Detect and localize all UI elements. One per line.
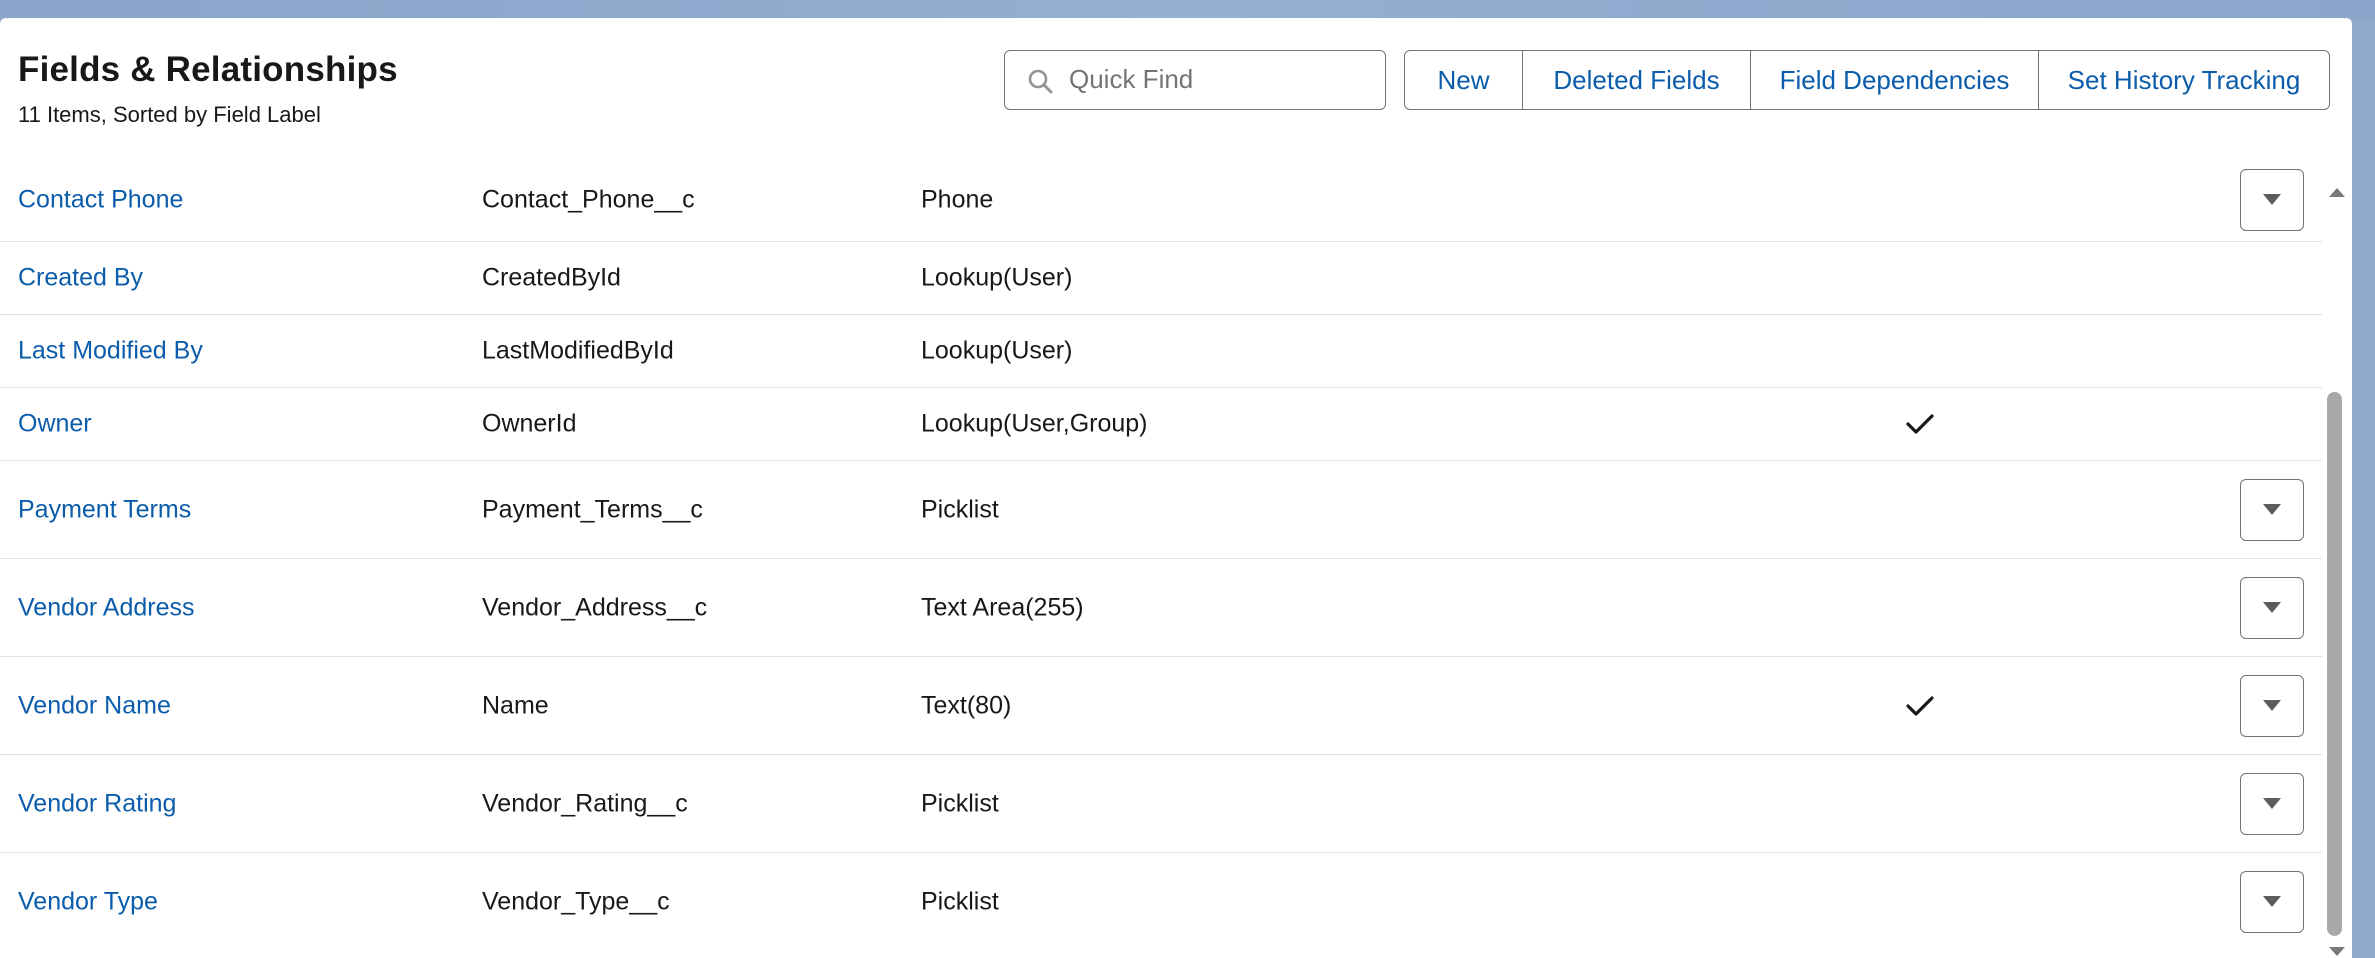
chevron-down-icon: [2263, 601, 2281, 613]
items-summary: 11 Items, Sorted by Field Label: [18, 102, 321, 127]
indexed-checkmark-icon: [1906, 695, 1934, 716]
field-data-type: Picklist: [921, 789, 999, 817]
table-row: Last Modified By LastModifiedById Lookup…: [0, 315, 2322, 388]
field-api-name: Vendor_Rating__c: [482, 789, 688, 817]
field-label-link[interactable]: Vendor Name: [18, 691, 171, 720]
field-data-type: Text(80): [921, 691, 1012, 719]
table-row: Vendor Name Name Text(80): [0, 657, 2322, 755]
field-dependencies-button[interactable]: Field Dependencies: [1751, 51, 2039, 109]
row-actions-button[interactable]: [2240, 772, 2304, 835]
field-label-link[interactable]: Vendor Type: [18, 888, 158, 917]
row-actions-button[interactable]: [2240, 168, 2304, 231]
field-api-name: CreatedById: [482, 263, 621, 292]
field-label-link[interactable]: Vendor Address: [18, 593, 195, 622]
field-api-name: LastModifiedById: [482, 336, 674, 365]
row-actions-button[interactable]: [2240, 674, 2304, 737]
field-data-type: Lookup(User): [921, 263, 1073, 292]
scroll-down-arrow-icon[interactable]: [2328, 946, 2346, 958]
field-label-link[interactable]: Payment Terms: [18, 495, 191, 524]
field-api-name: Name: [482, 691, 549, 719]
scrollbar-thumb[interactable]: [2327, 392, 2342, 936]
set-history-tracking-button[interactable]: Set History Tracking: [2039, 51, 2329, 109]
page-title: Fields & Relationships: [18, 50, 398, 89]
field-data-type: Phone: [921, 185, 994, 213]
field-label-link[interactable]: Last Modified By: [18, 337, 203, 366]
table-row: Created By CreatedById Lookup(User): [0, 242, 2322, 315]
panel-header: Fields & Relationships 11 Items, Sorted …: [0, 18, 2352, 144]
field-data-type: Lookup(User,Group): [921, 409, 1148, 438]
field-api-name: Contact_Phone__c: [482, 185, 695, 213]
quick-find-input[interactable]: [1069, 51, 1369, 108]
scroll-up-arrow-icon[interactable]: [2328, 186, 2346, 198]
field-data-type: Picklist: [921, 887, 999, 916]
chevron-down-icon: [2263, 797, 2281, 809]
field-api-name: Vendor_Address__c: [482, 593, 708, 621]
table-row: Payment Terms Payment_Terms__c Picklist: [0, 461, 2322, 559]
indexed-checkmark-icon: [1906, 414, 1934, 434]
field-label-link[interactable]: Created By: [18, 264, 143, 293]
deleted-fields-button[interactable]: Deleted Fields: [1523, 51, 1751, 109]
field-data-type: Text Area(255): [921, 593, 1084, 621]
vertical-scrollbar[interactable]: [2322, 164, 2352, 958]
quick-find-box[interactable]: [1004, 50, 1386, 110]
field-api-name: OwnerId: [482, 409, 577, 438]
field-api-name: Payment_Terms__c: [482, 495, 703, 523]
chevron-down-icon: [2263, 193, 2281, 205]
row-actions-button[interactable]: [2240, 871, 2304, 933]
table-row: Vendor Address Vendor_Address__c Text Ar…: [0, 559, 2322, 657]
table-row: Vendor Rating Vendor_Rating__c Picklist: [0, 755, 2322, 853]
fields-panel: Fields & Relationships 11 Items, Sorted …: [0, 18, 2352, 958]
chevron-down-icon: [2263, 896, 2281, 907]
header-button-group: New Deleted Fields Field Dependencies Se…: [1404, 50, 2330, 110]
field-data-type: Lookup(User): [921, 336, 1073, 365]
chevron-down-icon: [2263, 503, 2281, 515]
field-api-name: Vendor_Type__c: [482, 887, 670, 916]
table-row: Vendor Type Vendor_Type__c Picklist: [0, 853, 2322, 951]
table-row: Owner OwnerId Lookup(User,Group): [0, 388, 2322, 461]
table-row: Contact Phone Contact_Phone__c Phone: [0, 158, 2322, 242]
fields-table: Contact Phone Contact_Phone__c Phone Cre…: [0, 158, 2322, 951]
new-field-button[interactable]: New: [1405, 51, 1523, 109]
field-label-link[interactable]: Owner: [18, 410, 92, 439]
row-actions-button[interactable]: [2240, 478, 2304, 541]
field-label-link[interactable]: Vendor Rating: [18, 789, 176, 818]
row-actions-button[interactable]: [2240, 576, 2304, 639]
page-background: [0, 0, 2375, 18]
field-label-link[interactable]: Contact Phone: [18, 185, 183, 214]
search-icon: [1028, 69, 1053, 94]
field-data-type: Picklist: [921, 495, 999, 523]
chevron-down-icon: [2263, 699, 2281, 711]
